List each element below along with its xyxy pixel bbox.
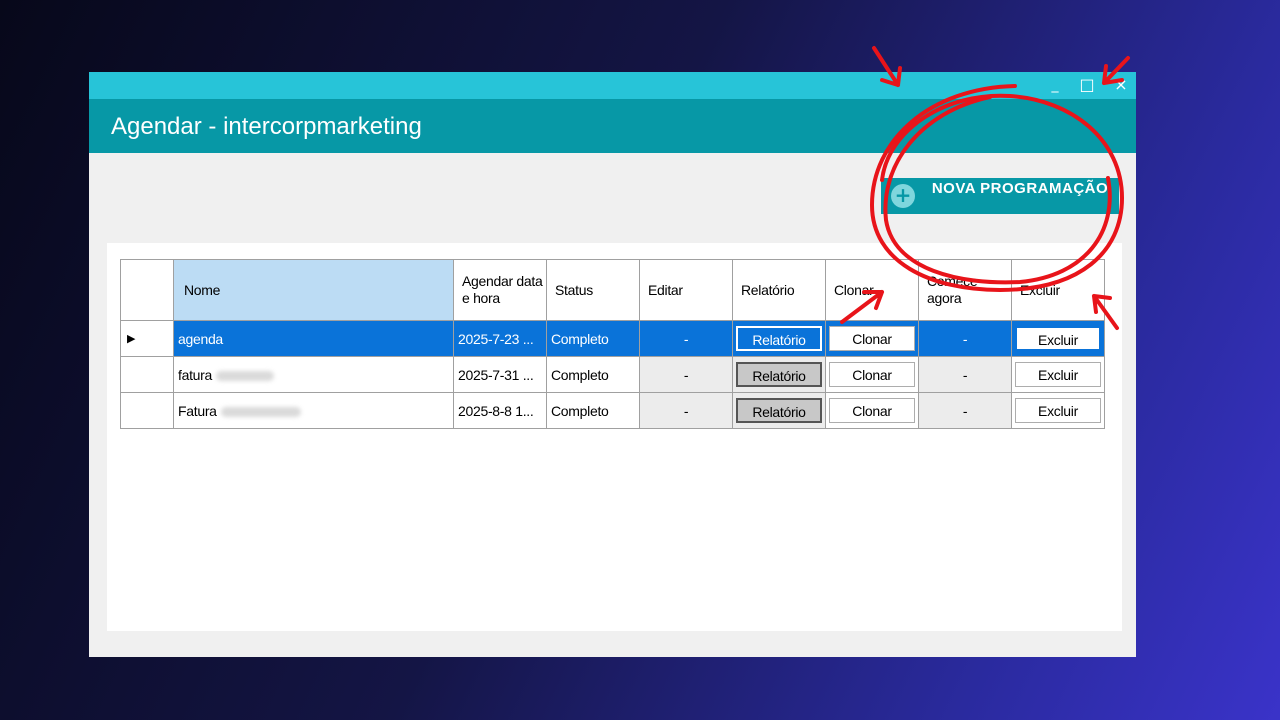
row-header-corner	[120, 259, 174, 321]
cell-edit[interactable]: -	[639, 320, 733, 357]
cell-report: Relatório	[732, 356, 826, 393]
redacted-text	[216, 370, 274, 381]
app-window: _ □ × Agendar - intercorpmarketing + NOV…	[89, 72, 1136, 657]
table-row[interactable]: fatura 2025-7-31 ... Completo - Relatóri…	[120, 356, 1105, 393]
column-header-edit[interactable]: Editar	[639, 259, 733, 321]
cell-name[interactable]: Fatura	[173, 392, 454, 429]
cell-clone: Clonar	[825, 356, 919, 393]
report-button[interactable]: Relatório	[736, 326, 822, 351]
new-schedule-button[interactable]: + NOVA PROGRAMAÇÃO	[881, 178, 1119, 214]
grid-header-row: Nome Agendar data e hora Status Editar R…	[120, 259, 1105, 321]
cell-name-text: fatura	[178, 366, 212, 383]
column-header-delete[interactable]: Excluir	[1011, 259, 1105, 321]
cell-start-now[interactable]: -	[918, 356, 1012, 393]
cell-delete: Excluir	[1011, 320, 1105, 357]
cell-clone: Clonar	[825, 320, 919, 357]
cell-report: Relatório	[732, 320, 826, 357]
cell-status[interactable]: Completo	[546, 392, 640, 429]
column-header-status[interactable]: Status	[546, 259, 640, 321]
report-button[interactable]: Relatório	[736, 398, 822, 423]
delete-button[interactable]: Excluir	[1015, 398, 1101, 423]
plus-circle-icon: +	[891, 184, 915, 208]
cell-datetime[interactable]: 2025-7-31 ...	[453, 356, 547, 393]
column-header-clone[interactable]: Clonar	[825, 259, 919, 321]
row-indicator-icon: ▶	[120, 320, 174, 357]
row-indicator-icon	[120, 356, 174, 393]
title-bar[interactable]: _ □ ×	[89, 72, 1136, 99]
column-header-name[interactable]: Nome	[173, 259, 454, 321]
column-header-datetime[interactable]: Agendar data e hora	[453, 259, 547, 321]
cell-start-now[interactable]: -	[918, 320, 1012, 357]
table-row[interactable]: Fatura 2025-8-8 1... Completo - Relatóri…	[120, 392, 1105, 429]
close-icon[interactable]: ×	[1111, 76, 1131, 94]
column-header-report[interactable]: Relatório	[732, 259, 826, 321]
clone-button[interactable]: Clonar	[829, 398, 915, 423]
cell-start-now[interactable]: -	[918, 392, 1012, 429]
schedule-grid: Nome Agendar data e hora Status Editar R…	[120, 259, 1105, 429]
cell-datetime[interactable]: 2025-8-8 1...	[453, 392, 547, 429]
cell-status[interactable]: Completo	[546, 320, 640, 357]
maximize-icon[interactable]: □	[1077, 76, 1097, 94]
report-button[interactable]: Relatório	[736, 362, 822, 387]
cell-delete: Excluir	[1011, 356, 1105, 393]
cell-name-text: Fatura	[178, 402, 217, 419]
clone-button[interactable]: Clonar	[829, 362, 915, 387]
page-header: Agendar - intercorpmarketing	[89, 99, 1136, 153]
delete-button[interactable]: Excluir	[1015, 326, 1101, 351]
cell-datetime[interactable]: 2025-7-23 ...	[453, 320, 547, 357]
delete-button[interactable]: Excluir	[1015, 362, 1101, 387]
cell-delete: Excluir	[1011, 392, 1105, 429]
row-indicator-icon	[120, 392, 174, 429]
new-schedule-label: NOVA PROGRAMAÇÃO	[931, 180, 1109, 197]
cell-edit[interactable]: -	[639, 356, 733, 393]
cell-status[interactable]: Completo	[546, 356, 640, 393]
minimize-icon[interactable]: _	[1045, 76, 1065, 94]
cell-name[interactable]: fatura	[173, 356, 454, 393]
column-header-start-now[interactable]: Comece agora	[918, 259, 1012, 321]
cell-edit[interactable]: -	[639, 392, 733, 429]
clone-button[interactable]: Clonar	[829, 326, 915, 351]
page-title: Agendar - intercorpmarketing	[111, 113, 422, 140]
cell-clone: Clonar	[825, 392, 919, 429]
cell-name[interactable]: agenda	[173, 320, 454, 357]
table-row[interactable]: ▶ agenda 2025-7-23 ... Completo - Relató…	[120, 320, 1105, 357]
redacted-text	[220, 406, 301, 417]
cell-report: Relatório	[732, 392, 826, 429]
